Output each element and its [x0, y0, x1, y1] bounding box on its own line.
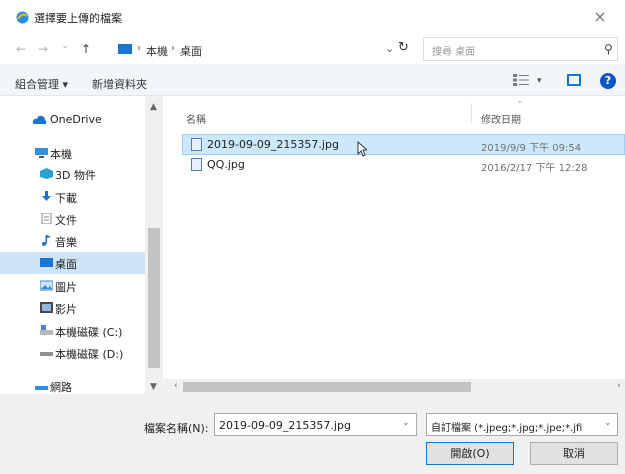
file-date: 2016/2/17 下午 12:28	[481, 163, 588, 174]
nav-item-this-pc[interactable]: 本機	[0, 142, 145, 164]
preview-pane-icon[interactable]	[567, 74, 581, 86]
video-icon	[40, 302, 53, 313]
breadcrumb-separator: ›	[137, 43, 141, 54]
column-divider[interactable]	[471, 103, 472, 123]
image-file-icon	[191, 138, 202, 151]
search-icon[interactable]: ⚲	[604, 42, 613, 56]
cube-icon	[40, 168, 53, 179]
file-name[interactable]: QQ.jpg	[207, 158, 245, 171]
view-options-icon[interactable]	[513, 74, 529, 86]
organize-menu-button[interactable]: 組合管理 ▾	[15, 76, 68, 92]
nav-label: 文件	[55, 214, 77, 227]
column-header-name[interactable]: 名稱	[186, 111, 206, 126]
breadcrumb-this-pc[interactable]: 本機	[146, 43, 168, 59]
refresh-button[interactable]: ↻	[398, 40, 409, 55]
nav-item-music[interactable]: 音樂	[0, 230, 145, 252]
nav-item-downloads[interactable]: 下載	[0, 186, 145, 208]
nav-label: 影片	[55, 303, 77, 316]
close-button[interactable]: ×	[588, 6, 612, 28]
back-button[interactable]: ←	[16, 42, 26, 56]
download-icon	[42, 191, 51, 201]
view-dropdown-icon[interactable]: ▾	[537, 76, 542, 86]
nav-label: 網路	[50, 381, 72, 394]
open-button[interactable]: 開啟(O)	[426, 442, 514, 465]
chevron-down-icon[interactable]: ⌄	[604, 418, 612, 428]
nav-label: 3D 物件	[55, 169, 96, 182]
nav-item-documents[interactable]: 文件	[0, 208, 145, 230]
nav-item-drive-c[interactable]: 本機磁碟 (C:)	[0, 320, 145, 342]
scroll-right-icon[interactable]: ›	[617, 381, 621, 391]
breadcrumb-separator: ›	[171, 43, 175, 54]
nav-item-videos[interactable]: 影片	[0, 297, 145, 319]
column-header-date[interactable]: 修改日期	[481, 111, 521, 126]
navigation-pane: OneDrive 本機 3D 物件 下載 文件 音樂 桌面 圖片 影片 本機磁碟…	[0, 96, 163, 394]
filetype-value: 自訂檔案 (*.jpeg;*.jpg;*.jpe;*.jfi	[431, 423, 583, 434]
filename-label: 檔案名稱(N):	[144, 422, 209, 435]
music-icon	[42, 235, 51, 246]
nav-item-drive-d[interactable]: 本機磁碟 (D:)	[0, 342, 145, 364]
nav-item-3d-objects[interactable]: 3D 物件	[0, 163, 145, 185]
nav-item-pictures[interactable]: 圖片	[0, 275, 145, 297]
nav-label: 本機	[50, 148, 72, 161]
nav-label: 音樂	[55, 236, 77, 249]
nav-label: 桌面	[55, 258, 77, 271]
network-icon	[35, 386, 48, 390]
mouse-cursor-icon	[357, 141, 367, 157]
nav-label: 下載	[55, 192, 77, 205]
address-dropdown-icon[interactable]: ⌄	[385, 42, 394, 55]
scroll-left-icon[interactable]: ‹	[174, 381, 178, 391]
filename-value: 2019-09-09_215357.jpg	[219, 419, 351, 432]
nav-label: 本機磁碟 (D:)	[55, 348, 124, 361]
image-file-icon	[191, 158, 202, 171]
nav-label: OneDrive	[50, 113, 102, 126]
nav-label: 圖片	[55, 281, 77, 294]
sort-indicator-icon: ⌄	[516, 96, 524, 106]
recent-locations-button[interactable]: ⌄	[61, 40, 69, 51]
help-icon[interactable]: ?	[600, 73, 616, 89]
drive-d-icon	[40, 352, 53, 356]
nav-item-onedrive[interactable]: OneDrive	[0, 109, 145, 131]
browser-icon	[16, 11, 29, 24]
up-button[interactable]: ↑	[81, 42, 91, 56]
nav-item-desktop[interactable]: 桌面	[0, 252, 145, 274]
pictures-icon	[40, 280, 53, 291]
search-placeholder: 搜尋 桌面	[432, 47, 476, 58]
nav-item-network[interactable]: 網路	[0, 375, 145, 394]
file-date: 2019/9/9 下午 09:54	[481, 143, 582, 154]
drive-c-icon	[40, 325, 53, 335]
file-name[interactable]: 2019-09-09_215357.jpg	[207, 138, 339, 151]
desktop-folder-icon	[118, 44, 132, 54]
dialog-title: 選擇要上傳的檔案	[34, 12, 122, 25]
scroll-up-icon[interactable]: ▲	[150, 102, 157, 112]
nav-scrollbar-thumb[interactable]	[148, 228, 160, 368]
new-folder-button[interactable]: 新增資料夾	[92, 76, 147, 92]
breadcrumb-desktop[interactable]: 桌面	[180, 43, 202, 59]
document-icon	[41, 213, 52, 224]
horizontal-scrollbar-thumb[interactable]	[183, 382, 471, 392]
desktop-icon	[40, 258, 53, 267]
chevron-down-icon[interactable]: ⌄	[402, 418, 410, 428]
scroll-down-icon[interactable]: ▼	[150, 382, 157, 392]
cancel-button[interactable]: 取消	[530, 442, 618, 465]
forward-button[interactable]: →	[38, 42, 48, 56]
nav-label: 本機磁碟 (C:)	[55, 326, 123, 339]
cloud-icon	[32, 115, 47, 124]
computer-icon	[35, 148, 48, 158]
